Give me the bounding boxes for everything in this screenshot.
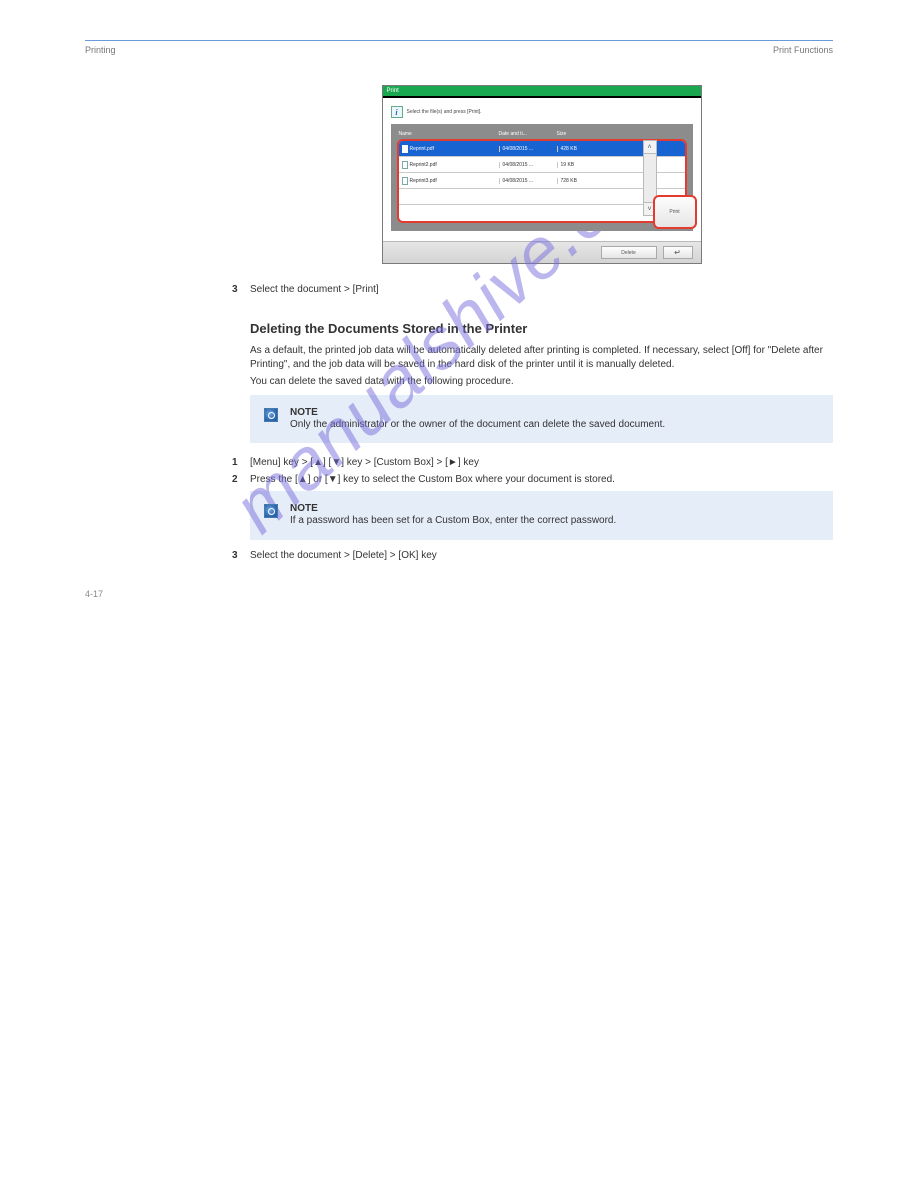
note-icon: [264, 504, 278, 518]
step-text: Select the document > [Delete] > [OK] ke…: [250, 550, 833, 561]
note-text: If a password has been set for a Custom …: [290, 514, 819, 528]
step-3b: 3 Select the document > [Delete] > [OK] …: [232, 550, 833, 561]
page-footer: 4-17: [85, 589, 833, 599]
section-title: Deleting the Documents Stored in the Pri…: [250, 321, 833, 336]
print-dialog: Print i Select the file(s) and press [Pr…: [382, 85, 702, 264]
step-number: 3: [232, 284, 250, 295]
scroll-up-icon[interactable]: ˄: [644, 141, 656, 154]
file-table: Name Date and ti... Size Reprint.pdf 04/…: [391, 124, 693, 231]
file-icon: [402, 161, 408, 169]
print-button[interactable]: Print: [653, 195, 697, 229]
note-box: NOTE If a password has been set for a Cu…: [250, 491, 833, 540]
step-text: Press the [▲] or [▼] key to select the C…: [250, 474, 833, 485]
dialog-footer: Delete ↵: [383, 241, 701, 263]
step-text: [Menu] key > [▲] [▼] key > [Custom Box] …: [250, 457, 833, 468]
col-date: Date and ti...: [499, 131, 557, 137]
step-2: 2 Press the [▲] or [▼] key to select the…: [232, 474, 833, 485]
note-label: NOTE: [290, 407, 819, 418]
step-number: 3: [232, 550, 250, 561]
step-text: Select the document > [Print]: [250, 284, 833, 295]
delete-button[interactable]: Delete: [601, 246, 657, 259]
note-icon: [264, 408, 278, 422]
note-box: NOTE Only the administrator or the owner…: [250, 395, 833, 444]
step-3: 3 Select the document > [Print]: [232, 284, 833, 295]
step-number: 2: [232, 474, 250, 485]
file-icon: [402, 145, 408, 153]
info-icon: i: [391, 106, 403, 118]
dialog-title: Print: [387, 88, 399, 94]
step-1: 1 [Menu] key > [▲] [▼] key > [Custom Box…: [232, 457, 833, 468]
col-size: Size: [557, 131, 685, 137]
info-text: Select the file(s) and press [Print].: [407, 109, 482, 115]
header-right: Print Functions: [773, 45, 833, 55]
note-label: NOTE: [290, 503, 819, 514]
header-rule: [85, 40, 833, 41]
note-text: Only the administrator or the owner of t…: [290, 418, 819, 432]
page-number: 4-17: [85, 589, 103, 599]
file-icon: [402, 177, 408, 185]
step-number: 1: [232, 457, 250, 468]
header-left: Printing: [85, 45, 116, 55]
close-button[interactable]: ↵: [663, 246, 693, 259]
section-intro: As a default, the printed job data will …: [250, 344, 833, 371]
dialog-titlebar: Print: [383, 86, 701, 98]
section-para: You can delete the saved data with the f…: [250, 375, 833, 389]
col-name: Name: [399, 131, 499, 137]
page-header: Printing Print Functions: [85, 45, 833, 55]
